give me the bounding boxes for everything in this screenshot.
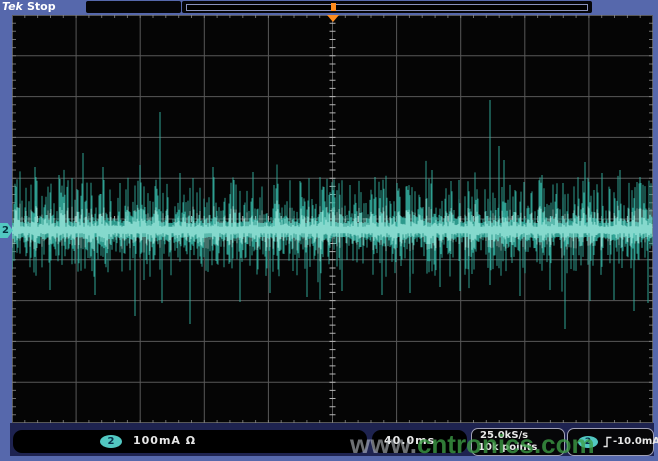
acquisition-status: Stop <box>27 0 56 13</box>
trigger-level-label: -10.0mA <box>613 436 658 447</box>
timebase-label: 40.0ms <box>384 434 435 447</box>
header-bar: Tek Stop <box>0 0 658 14</box>
horizontal-scale-readout[interactable]: 40.0ms <box>372 430 467 453</box>
trigger-position-caret[interactable] <box>327 15 339 22</box>
graticule-and-trace <box>12 15 653 423</box>
sample-rate-label: 25.0kS/s <box>480 430 528 441</box>
record-view-window <box>186 4 588 11</box>
channel2-readout[interactable]: 2 100mA Ω <box>13 430 367 453</box>
record-length-label: 10k points <box>478 442 537 453</box>
scope-screen <box>12 15 653 423</box>
acquisition-readout[interactable]: 25.0kS/s 10k points <box>471 428 565 456</box>
oscilloscope-display: Tek Stop 2 2 100mA Ω 40.0ms 25.0kS/s 10k… <box>0 0 658 461</box>
record-view-bar[interactable] <box>182 1 592 13</box>
header-status-box <box>86 1 181 13</box>
tek-logo: Tek <box>2 0 23 13</box>
bottom-frame-strip <box>0 456 658 461</box>
channel2-badge: 2 <box>100 435 122 448</box>
trigger-channel-badge: 2 <box>578 436 598 448</box>
trigger-readout[interactable]: 2 -10.0mA <box>567 428 654 456</box>
record-trigger-position-marker <box>331 3 336 11</box>
rising-edge-icon <box>603 436 612 451</box>
channel-scale-label: 100mA Ω <box>133 434 196 447</box>
